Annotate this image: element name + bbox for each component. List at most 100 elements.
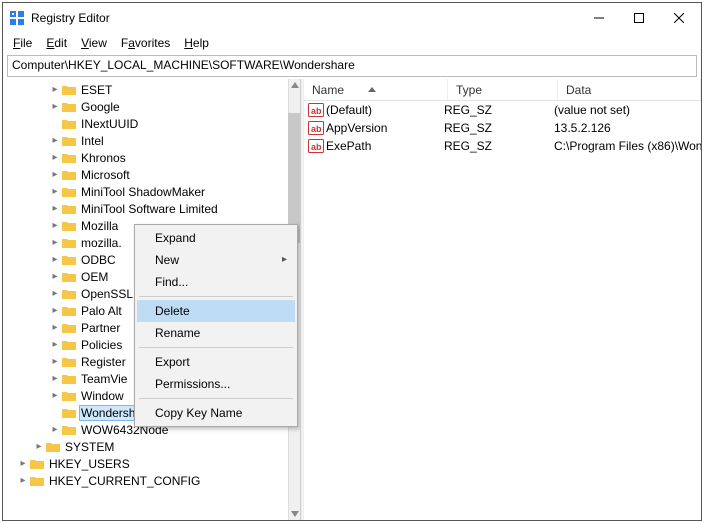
menubar: File Edit View Favorites Help	[3, 33, 701, 53]
folder-icon	[61, 117, 77, 131]
string-value-icon: ab	[304, 139, 324, 153]
chevron-right-icon: ▸	[49, 424, 61, 435]
tree-item-hkusers[interactable]: ▸HKEY_USERS	[3, 455, 300, 472]
values-list[interactable]: Name Type Data ab (Default) REG_SZ (valu…	[304, 79, 701, 520]
chevron-right-icon: ▸	[49, 203, 61, 214]
tree-pane[interactable]: ▸ESET ▸Google INextUUID ▸Intel ▸Khronos …	[3, 79, 301, 520]
context-new[interactable]: New▸	[137, 249, 295, 271]
app-icon	[9, 10, 25, 26]
content-area: ▸ESET ▸Google INextUUID ▸Intel ▸Khronos …	[3, 79, 701, 520]
tree-item[interactable]: ▸Intel	[3, 132, 300, 149]
list-row[interactable]: ab ExePath REG_SZ C:\Program Files (x86)…	[304, 137, 701, 155]
folder-icon	[61, 304, 77, 318]
menu-view[interactable]: View	[75, 34, 113, 52]
chevron-right-icon: ▸	[49, 186, 61, 197]
tree-item[interactable]: ▸ESET	[3, 81, 300, 98]
menu-favorites[interactable]: Favorites	[115, 34, 176, 52]
registry-editor-window: Registry Editor File Edit View Favorites…	[2, 2, 702, 521]
chevron-right-icon: ▸	[17, 475, 29, 486]
folder-icon	[61, 83, 77, 97]
svg-text:ab: ab	[311, 124, 322, 134]
folder-icon	[61, 389, 77, 403]
folder-icon	[61, 406, 77, 420]
folder-icon	[61, 134, 77, 148]
chevron-right-icon: ▸	[49, 373, 61, 384]
tree-item[interactable]: ▸MiniTool ShadowMaker	[3, 183, 300, 200]
minimize-button[interactable]	[579, 4, 619, 32]
chevron-right-icon: ▸	[49, 169, 61, 180]
context-rename[interactable]: Rename	[137, 322, 295, 344]
tree-item[interactable]: INextUUID	[3, 115, 300, 132]
menu-edit[interactable]: Edit	[40, 34, 73, 52]
tree-item-hkcc[interactable]: ▸HKEY_CURRENT_CONFIG	[3, 472, 300, 489]
chevron-right-icon: ▸	[17, 458, 29, 469]
list-header: Name Type Data	[304, 79, 701, 101]
context-expand[interactable]: Expand	[137, 227, 295, 249]
chevron-right-icon: ▸	[33, 441, 45, 452]
chevron-right-icon: ▸	[49, 237, 61, 248]
folder-icon	[61, 287, 77, 301]
menu-help[interactable]: Help	[178, 34, 215, 52]
folder-icon	[61, 219, 77, 233]
folder-icon	[29, 457, 45, 471]
tree-item[interactable]: ▸Khronos	[3, 149, 300, 166]
column-type[interactable]: Type	[448, 79, 558, 100]
folder-icon	[61, 168, 77, 182]
maximize-button[interactable]	[619, 4, 659, 32]
address-bar[interactable]: Computer\HKEY_LOCAL_MACHINE\SOFTWARE\Won…	[7, 55, 697, 77]
folder-icon	[45, 440, 61, 454]
folder-icon	[61, 355, 77, 369]
list-row[interactable]: ab (Default) REG_SZ (value not set)	[304, 101, 701, 119]
chevron-right-icon: ▸	[49, 390, 61, 401]
chevron-right-icon: ▸	[49, 271, 61, 282]
context-find[interactable]: Find...	[137, 271, 295, 293]
submenu-arrow-icon: ▸	[282, 254, 287, 265]
folder-icon	[61, 372, 77, 386]
chevron-right-icon: ▸	[49, 84, 61, 95]
window-controls	[579, 4, 699, 32]
tree-item[interactable]: ▸Google	[3, 98, 300, 115]
close-button[interactable]	[659, 4, 699, 32]
scroll-down-icon[interactable]	[289, 508, 300, 520]
menu-file[interactable]: File	[7, 34, 38, 52]
splitter[interactable]	[301, 79, 304, 520]
titlebar: Registry Editor	[3, 3, 701, 33]
string-value-icon: ab	[304, 103, 324, 117]
tree-item[interactable]: ▸Microsoft	[3, 166, 300, 183]
column-name[interactable]: Name	[304, 79, 448, 100]
chevron-right-icon: ▸	[49, 305, 61, 316]
chevron-right-icon: ▸	[49, 135, 61, 146]
folder-icon	[61, 321, 77, 335]
context-copykey[interactable]: Copy Key Name	[137, 402, 295, 424]
context-separator	[139, 296, 293, 297]
folder-icon	[61, 236, 77, 250]
context-permissions[interactable]: Permissions...	[137, 373, 295, 395]
folder-icon	[61, 338, 77, 352]
scroll-up-icon[interactable]	[289, 79, 300, 91]
folder-icon	[61, 151, 77, 165]
context-delete[interactable]: Delete	[137, 300, 295, 322]
chevron-right-icon: ▸	[49, 220, 61, 231]
chevron-right-icon: ▸	[49, 322, 61, 333]
context-export[interactable]: Export	[137, 351, 295, 373]
folder-icon	[61, 202, 77, 216]
svg-text:ab: ab	[311, 142, 322, 152]
tree-item-system[interactable]: ▸SYSTEM	[3, 438, 300, 455]
folder-icon	[61, 423, 77, 437]
folder-icon	[29, 474, 45, 488]
folder-icon	[61, 185, 77, 199]
chevron-right-icon: ▸	[49, 339, 61, 350]
chevron-right-icon: ▸	[49, 152, 61, 163]
folder-icon	[61, 100, 77, 114]
chevron-right-icon: ▸	[49, 356, 61, 367]
folder-icon	[61, 270, 77, 284]
context-menu: Expand New▸ Find... Delete Rename Export…	[134, 224, 298, 427]
context-separator	[139, 347, 293, 348]
column-data[interactable]: Data	[558, 79, 701, 100]
list-row[interactable]: ab AppVersion REG_SZ 13.5.2.126	[304, 119, 701, 137]
folder-icon	[61, 253, 77, 267]
chevron-right-icon: ▸	[49, 288, 61, 299]
string-value-icon: ab	[304, 121, 324, 135]
tree-item[interactable]: ▸MiniTool Software Limited	[3, 200, 300, 217]
svg-text:ab: ab	[311, 106, 322, 116]
